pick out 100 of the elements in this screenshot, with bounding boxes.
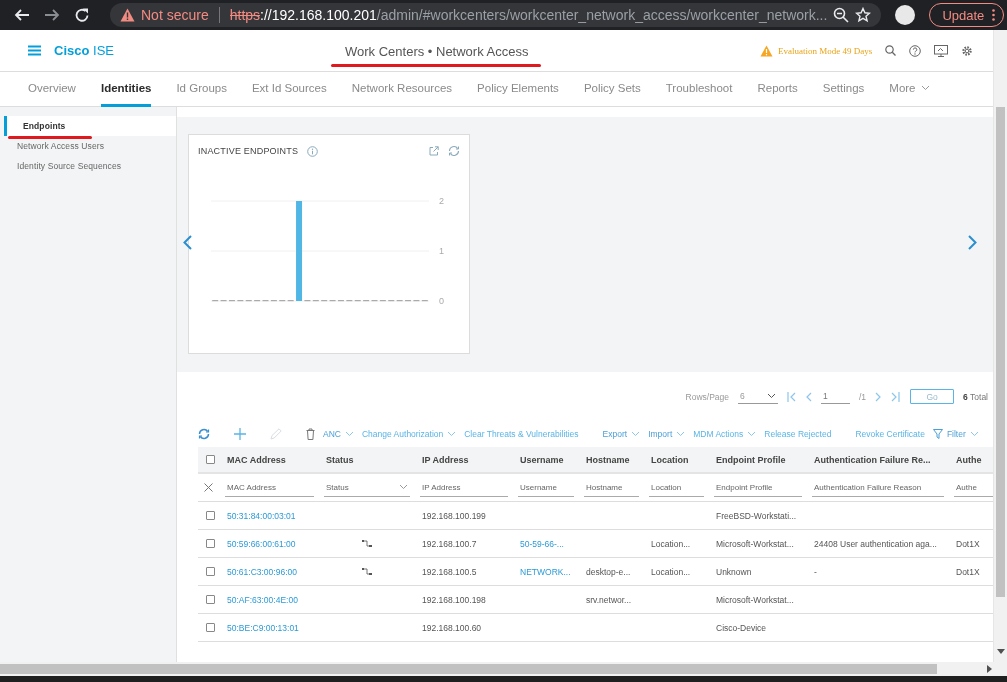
- toolbar-action[interactable]: MDM Actions: [693, 429, 757, 439]
- chevron-down-icon: [344, 431, 354, 437]
- tab[interactable]: Policy Sets: [583, 72, 641, 107]
- tab[interactable]: Reports: [757, 72, 798, 107]
- toolbar-action[interactable]: Clear Threats & Vulnerabilities: [464, 429, 579, 439]
- app-logo[interactable]: Cisco ISE: [54, 43, 114, 58]
- column-header[interactable]: Hostname: [580, 447, 645, 474]
- checkbox[interactable]: [206, 539, 215, 548]
- column-header[interactable]: Status: [320, 447, 416, 474]
- tab[interactable]: Troubleshoot: [665, 72, 733, 107]
- axis-label: 0: [439, 296, 444, 306]
- next-page-icon[interactable]: [875, 391, 882, 402]
- table-link[interactable]: 50:AF:63:00:4E:00: [227, 594, 298, 605]
- chevron-down-icon: [447, 431, 457, 437]
- clear-filter-icon[interactable]: [204, 483, 213, 492]
- table-link[interactable]: NETWORK...: [520, 566, 571, 577]
- rows-per-page-select[interactable]: 6: [738, 389, 778, 404]
- table-link[interactable]: 50:BE:C9:00:13:01: [227, 622, 299, 633]
- chevron-down-icon: [399, 484, 408, 490]
- scroll-down-icon[interactable]: [996, 649, 1005, 654]
- column-header[interactable]: IP Address: [416, 447, 514, 474]
- column-header[interactable]: Authentication Failure Re...: [808, 447, 950, 474]
- previous-page-icon[interactable]: [806, 391, 812, 402]
- scrollbar-thumb[interactable]: [0, 664, 937, 674]
- menu-icon[interactable]: [28, 45, 41, 56]
- table-cell: Microsoft-Workstat...: [716, 538, 794, 549]
- table-cell: 24408 User authentication aga...: [814, 538, 937, 549]
- tab[interactable]: Ext Id Sources: [251, 72, 327, 107]
- first-page-icon[interactable]: [787, 391, 797, 402]
- warning-icon: [120, 8, 135, 22]
- sidebar-item[interactable]: Network Access Users: [0, 136, 176, 156]
- scroll-right-icon[interactable]: [987, 665, 993, 673]
- tab[interactable]: More: [889, 72, 930, 107]
- star-icon[interactable]: [855, 7, 872, 23]
- table-cell: Location...: [651, 566, 691, 577]
- column-header[interactable]: Authe: [950, 447, 993, 474]
- toolbar-action[interactable]: Import: [648, 429, 686, 439]
- security-label[interactable]: Not secure: [141, 7, 209, 23]
- table-cell: srv.networ...: [586, 594, 632, 605]
- table-cell: -: [814, 566, 817, 577]
- rows-per-page-label: Rows/Page: [685, 391, 729, 402]
- table-cell: Location...: [651, 538, 691, 549]
- table-link[interactable]: 50:61:C3:00:96:00: [227, 566, 297, 577]
- toolbar-action[interactable]: Release Rejected: [764, 429, 832, 439]
- forward-icon[interactable]: [44, 7, 60, 23]
- avatar[interactable]: [895, 5, 916, 25]
- external-link-icon[interactable]: [429, 146, 439, 156]
- toolbar-action[interactable]: Revoke Certificate: [855, 429, 925, 439]
- table-link[interactable]: 50:59:66:00:61:00: [227, 538, 296, 549]
- toolbar-action[interactable]: Export: [602, 429, 641, 439]
- table-link[interactable]: 50-59-66-...: [520, 538, 564, 549]
- chevron-down-icon: [920, 85, 930, 91]
- axis-label: 2: [439, 196, 444, 206]
- search-icon[interactable]: [885, 45, 897, 56]
- zoom-icon[interactable]: [833, 7, 850, 23]
- filter-button[interactable]: Filter: [932, 429, 979, 439]
- license-notice[interactable]: Evaluation Mode 49 Days: [778, 45, 873, 56]
- table-cell: FreeBSD-Workstati...: [716, 510, 797, 521]
- info-icon[interactable]: [307, 145, 319, 157]
- add-icon[interactable]: [234, 428, 246, 440]
- tab[interactable]: Settings: [822, 72, 865, 107]
- table-link[interactable]: 50:31:84:00:03:01: [227, 510, 296, 521]
- tab[interactable]: Id Groups: [176, 72, 227, 107]
- back-icon[interactable]: [14, 7, 30, 23]
- toolbar-action[interactable]: ANC: [323, 429, 354, 439]
- trash-icon[interactable]: [306, 428, 315, 440]
- refresh-icon[interactable]: [448, 145, 460, 157]
- tab[interactable]: Network Resources: [351, 72, 453, 107]
- scrollbar-thumb[interactable]: [996, 107, 1005, 597]
- checkbox[interactable]: [206, 623, 215, 632]
- checkbox[interactable]: [206, 455, 215, 464]
- last-page-icon[interactable]: [890, 391, 901, 402]
- reload-icon[interactable]: [74, 7, 90, 23]
- dashlet-title: INACTIVE ENDPOINTS: [198, 146, 299, 156]
- column-header[interactable]: MAC Address: [221, 447, 320, 474]
- table-cell: 192.168.100.7: [422, 538, 477, 549]
- checkbox[interactable]: [206, 595, 215, 604]
- go-button[interactable]: Go: [910, 389, 955, 404]
- column-header[interactable]: Endpoint Profile: [710, 447, 808, 474]
- chevron-down-icon: [969, 431, 979, 437]
- table-cell: 192.168.100.5: [422, 566, 477, 577]
- column-header[interactable]: Location: [645, 447, 710, 474]
- chevron-down-icon: [747, 431, 757, 437]
- checkbox[interactable]: [206, 567, 215, 576]
- checkbox[interactable]: [206, 511, 215, 520]
- column-header[interactable]: Username: [514, 447, 580, 474]
- sidebar-item[interactable]: Endpoints: [4, 116, 176, 136]
- toolbar-action[interactable]: Change Authorization: [361, 429, 457, 439]
- tab[interactable]: Overview: [28, 72, 76, 107]
- previous-icon[interactable]: [183, 235, 192, 250]
- sidebar-item[interactable]: Identity Source Sequences: [0, 156, 176, 176]
- refresh-icon[interactable]: [198, 428, 210, 440]
- table-cell: desktop-e...: [586, 566, 631, 577]
- monitor-icon[interactable]: [934, 44, 949, 57]
- settings-icon[interactable]: [961, 44, 974, 57]
- next-icon[interactable]: [968, 235, 977, 250]
- filter-icon: [932, 429, 943, 439]
- help-icon[interactable]: [909, 44, 922, 57]
- tab[interactable]: Policy Elements: [477, 72, 559, 107]
- url-text[interactable]: https://192.168.100.201/admin/#workcenters/workcenter_network_access/workcenter_network...: [229, 7, 828, 23]
